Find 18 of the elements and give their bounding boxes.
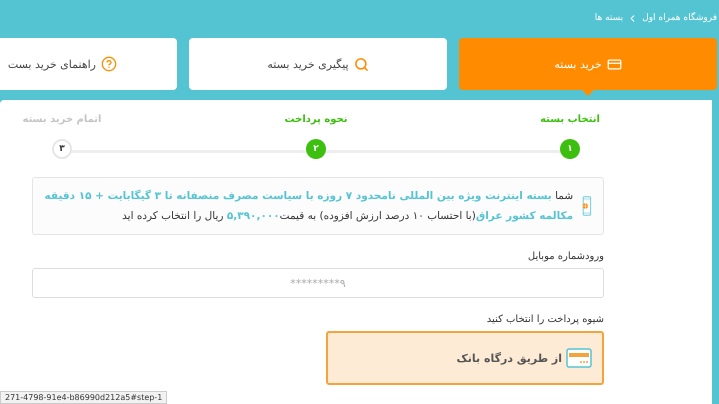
step-label: انتخاب بسته: [540, 114, 600, 125]
step-label: اتمام خرید بسته: [22, 114, 102, 125]
credit-card-icon: [606, 56, 622, 72]
step-label: نحوه پرداخت: [284, 114, 348, 125]
status-url: 271-4798-91e4-b86990d212a5#step-1: [0, 391, 168, 404]
payment-option[interactable]: از طریق درگاه بانک: [326, 331, 604, 385]
field-label: شیوه پرداخت را انتخاب کنید: [486, 314, 604, 325]
step-circle: ۱: [560, 139, 580, 159]
search-icon: [354, 56, 369, 72]
step-circle: ۲: [306, 139, 326, 159]
bank-card-icon: [566, 348, 592, 368]
tab[interactable]: راهنمای خرید بست: [0, 38, 177, 90]
summary-text: شما بسته اینترنت ویژه بین المللی نامحدود ۷ روزه با سیاست مصرف منصفانه تا ۳ گیگابایت + ۱۵ دقیقه مکالمه کشور عراق(با احتساب ۱۰ درصد ارزش افزوده) به قیمت۵,۳۹۰,۰۰۰ ریال را انتخاب کرده اید: [44, 188, 574, 224]
mobile-input[interactable]: ۹*********: [32, 268, 604, 298]
tab[interactable]: پیگیری خرید بسته: [189, 38, 447, 90]
step-circle: ۳: [52, 139, 72, 159]
field-label: ورودشماره موبایل: [526, 251, 604, 262]
help-icon: [101, 56, 117, 72]
